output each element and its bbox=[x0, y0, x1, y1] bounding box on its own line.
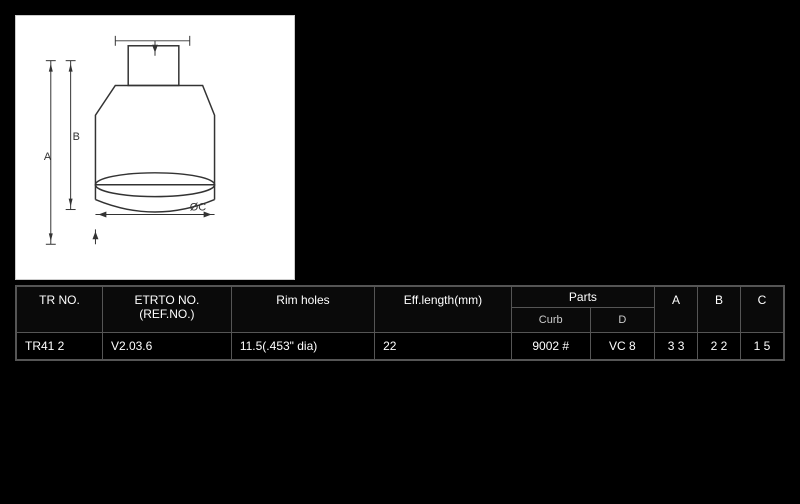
col-c: C bbox=[740, 287, 783, 333]
svg-text:ØC: ØC bbox=[190, 202, 206, 214]
cell-parts-right: VC 8 bbox=[590, 333, 654, 360]
cell-etrto-no: V2.03.6 bbox=[102, 333, 231, 360]
col-b: B bbox=[698, 287, 741, 333]
cell-eff-length: 22 bbox=[375, 333, 512, 360]
col-parts-d: D bbox=[590, 308, 654, 333]
svg-text:B: B bbox=[73, 131, 80, 143]
col-etrto-no: ETRTO NO. (REF.NO.) bbox=[102, 287, 231, 333]
svg-text:A: A bbox=[44, 151, 52, 163]
table-row: TR41 2 V2.03.6 11.5(.453" dia) 22 9002 #… bbox=[17, 333, 784, 360]
cell-a: 3 3 bbox=[655, 333, 698, 360]
col-eff-length: Eff.length(mm) bbox=[375, 287, 512, 333]
col-tr-no: TR NO. bbox=[17, 287, 103, 333]
cell-c: 1 5 bbox=[740, 333, 783, 360]
cell-parts-left: 9002 # bbox=[511, 333, 590, 360]
cell-rim-holes: 11.5(.453" dia) bbox=[231, 333, 374, 360]
cell-b: 2 2 bbox=[698, 333, 741, 360]
technical-diagram: A B ØC bbox=[15, 15, 295, 280]
col-a: A bbox=[655, 287, 698, 333]
col-parts: Parts bbox=[511, 287, 654, 308]
col-rim-holes: Rim holes bbox=[231, 287, 374, 333]
specifications-table: TR NO. ETRTO NO. (REF.NO.) Rim holes Eff… bbox=[15, 285, 785, 361]
col-parts-curb: Curb bbox=[511, 308, 590, 333]
cell-tr-no: TR41 2 bbox=[17, 333, 103, 360]
